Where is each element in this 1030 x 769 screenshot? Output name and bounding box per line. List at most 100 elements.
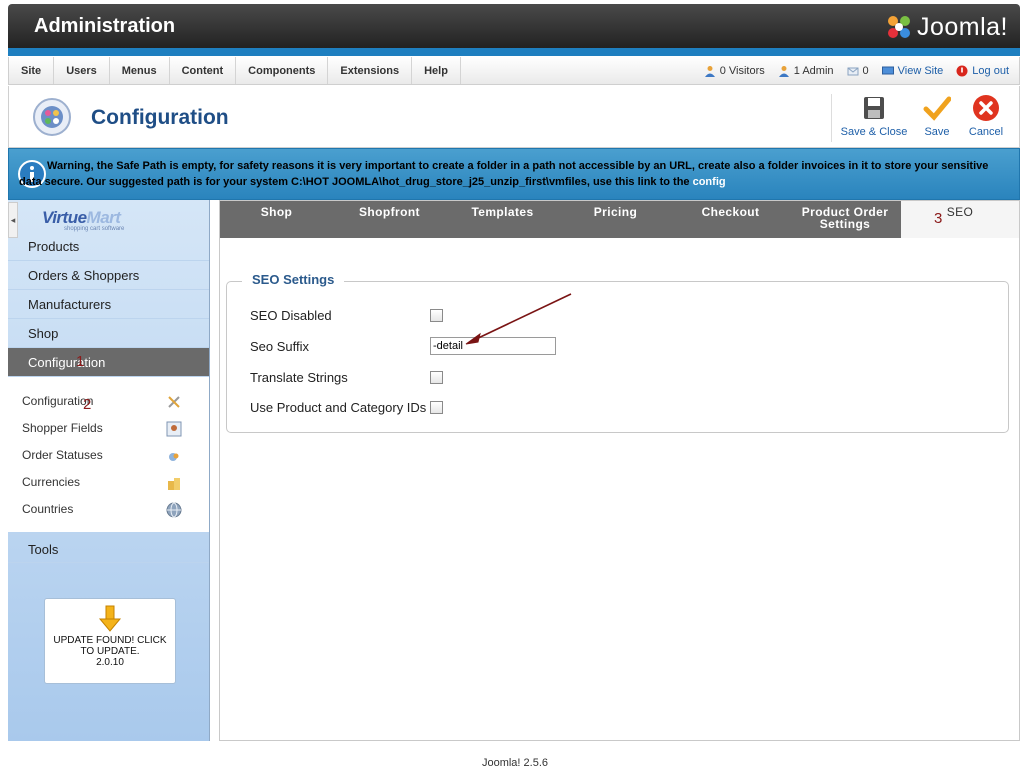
toolbar-divider	[831, 94, 832, 142]
seo-disabled-row: SEO Disabled	[250, 305, 443, 325]
menu-help[interactable]: Help	[412, 57, 461, 84]
floppy-disk-icon	[864, 97, 884, 119]
visitors-count: 0 Visitors	[719, 64, 765, 77]
globe-icon	[166, 502, 182, 518]
seo-disabled-checkbox[interactable]	[430, 308, 443, 322]
form-fields-icon	[166, 421, 182, 437]
annotation-2: 2	[83, 396, 92, 413]
menu-content[interactable]: Content	[170, 57, 237, 84]
messages-count: 0	[862, 64, 869, 77]
submenu-countries[interactable]: Countries	[22, 499, 182, 519]
messages-status[interactable]: 0	[847, 65, 869, 77]
update-line-2: TO UPDATE.	[80, 646, 140, 657]
cancel-label: Cancel	[968, 126, 1004, 138]
monitor-icon	[881, 66, 894, 74]
seo-disabled-label: SEO Disabled	[250, 307, 332, 323]
vm-logo-mart: Mart	[86, 208, 121, 227]
submenu-order-statuses-label: Order Statuses	[22, 448, 103, 462]
submenu-shopper-fields-label: Shopper Fields	[22, 421, 103, 435]
save-label: Save	[924, 126, 950, 138]
use-ids-checkbox[interactable]	[430, 400, 443, 414]
configuration-icon	[33, 98, 71, 136]
seo-suffix-label: Seo Suffix	[250, 338, 310, 354]
logout-icon	[956, 65, 968, 76]
menu-users[interactable]: Users	[54, 57, 110, 84]
sidebar-item-products[interactable]: Products	[8, 232, 209, 261]
logout-label: Log out	[972, 64, 1009, 77]
config-tabs: Shop Shopfront Templates Pricing Checkou…	[220, 201, 1019, 238]
virtuemart-logo: VirtueMart	[42, 208, 121, 228]
update-line-1: UPDATE FOUND! CLICK	[53, 635, 167, 646]
update-notice-button[interactable]: UPDATE FOUND! CLICK TO UPDATE. 2.0.10	[44, 598, 176, 684]
tab-pricing[interactable]: Pricing	[559, 201, 672, 238]
annotation-3: 3	[934, 210, 943, 227]
messages-icon	[847, 67, 859, 75]
annotation-1: 1	[76, 353, 85, 370]
translate-strings-checkbox[interactable]	[430, 370, 443, 384]
tools-icon	[168, 396, 180, 408]
sidebar-item-manufacturers[interactable]: Manufacturers	[8, 290, 209, 319]
admin-status: 1 Admin	[778, 65, 834, 77]
menu-components[interactable]: Components	[236, 57, 329, 84]
joomla-logo-text: Joomla!	[916, 12, 1008, 41]
footer-version: Joomla! 2.5.6	[481, 757, 549, 769]
submenu-shopper-fields[interactable]: Shopper Fields	[22, 418, 182, 438]
warning-message: Warning, the Safe Path is empty, for saf…	[19, 160, 989, 188]
seo-suffix-row: Seo Suffix	[250, 336, 556, 356]
tab-shop[interactable]: Shop	[220, 201, 333, 238]
sidebar-item-shop[interactable]: Shop	[8, 319, 209, 348]
tab-seo[interactable]: SEO	[901, 201, 1019, 238]
save-button[interactable]: Save	[917, 94, 957, 142]
top-menubar: Site Users Menus Content Components Exte…	[8, 57, 1020, 85]
joomla-logo[interactable]: Joomla!	[884, 11, 1008, 43]
seo-suffix-input[interactable]	[430, 337, 556, 355]
cancel-button[interactable]: Cancel	[963, 94, 1009, 142]
virtuemart-sidebar: ◂ VirtueMart shopping cart software Prod…	[8, 200, 210, 741]
header-stripe	[8, 48, 1020, 56]
order-status-icon	[169, 453, 179, 461]
logout-link[interactable]: Log out	[956, 65, 1009, 77]
tab-shopfront[interactable]: Shopfront	[333, 201, 446, 238]
configuration-submenu: Configuration Shopper Fields Order Statu…	[8, 377, 209, 532]
submenu-countries-label: Countries	[22, 502, 74, 516]
menu-menus[interactable]: Menus	[110, 57, 170, 84]
menu-extensions[interactable]: Extensions	[328, 57, 413, 84]
header-title: Administration	[34, 15, 176, 37]
toolbar: Configuration Save & Close Save Cancel	[8, 86, 1020, 148]
view-site-link[interactable]: View Site	[881, 64, 944, 77]
admin-icon	[778, 65, 789, 77]
sidebar-item-tools[interactable]: Tools	[8, 534, 209, 563]
menu-site[interactable]: Site	[9, 57, 55, 84]
tab-product-order-settings[interactable]: Product Order Settings	[789, 201, 901, 238]
tab-checkout[interactable]: Checkout	[672, 201, 789, 238]
seo-settings-legend: SEO Settings	[242, 272, 345, 287]
submenu-configuration[interactable]: Configuration	[22, 391, 182, 411]
use-ids-label: Use Product and Category IDs	[250, 399, 427, 415]
joomla-logo-icon	[887, 16, 910, 38]
cancel-icon	[973, 95, 999, 121]
sidebar-item-orders-shoppers[interactable]: Orders & Shoppers	[8, 261, 209, 290]
checkmark-icon	[923, 96, 951, 121]
update-version: 2.0.10	[96, 657, 124, 668]
visitors-status: 0 Visitors	[704, 65, 765, 77]
translate-strings-row: Translate Strings	[250, 367, 443, 387]
warning-text-block: Warning, the Safe Path is empty, for saf…	[19, 158, 1004, 190]
safe-path-warning: Warning, the Safe Path is empty, for saf…	[8, 148, 1020, 200]
submenu-currencies-label: Currencies	[22, 475, 81, 489]
coins-icon	[168, 478, 180, 490]
main-content: Shop Shopfront Templates Pricing Checkou…	[219, 200, 1020, 741]
tab-templates[interactable]: Templates	[446, 201, 559, 238]
config-link[interactable]: config	[693, 176, 726, 188]
tab-product-order-line-2: Settings	[819, 217, 871, 231]
use-ids-row: Use Product and Category IDs	[250, 397, 443, 417]
sidebar-item-configuration[interactable]: Configuration	[8, 348, 209, 377]
save-close-label: Save & Close	[840, 126, 908, 138]
page-title: Configuration	[91, 106, 229, 129]
submenu-order-statuses[interactable]: Order Statuses	[22, 445, 182, 465]
download-arrow-icon	[98, 605, 122, 632]
view-site-label: View Site	[897, 64, 944, 77]
vm-logo-virtue: Virtue	[42, 208, 87, 227]
submenu-currencies[interactable]: Currencies	[22, 472, 182, 492]
admin-count: 1 Admin	[793, 64, 834, 77]
save-close-button[interactable]: Save & Close	[839, 94, 909, 142]
